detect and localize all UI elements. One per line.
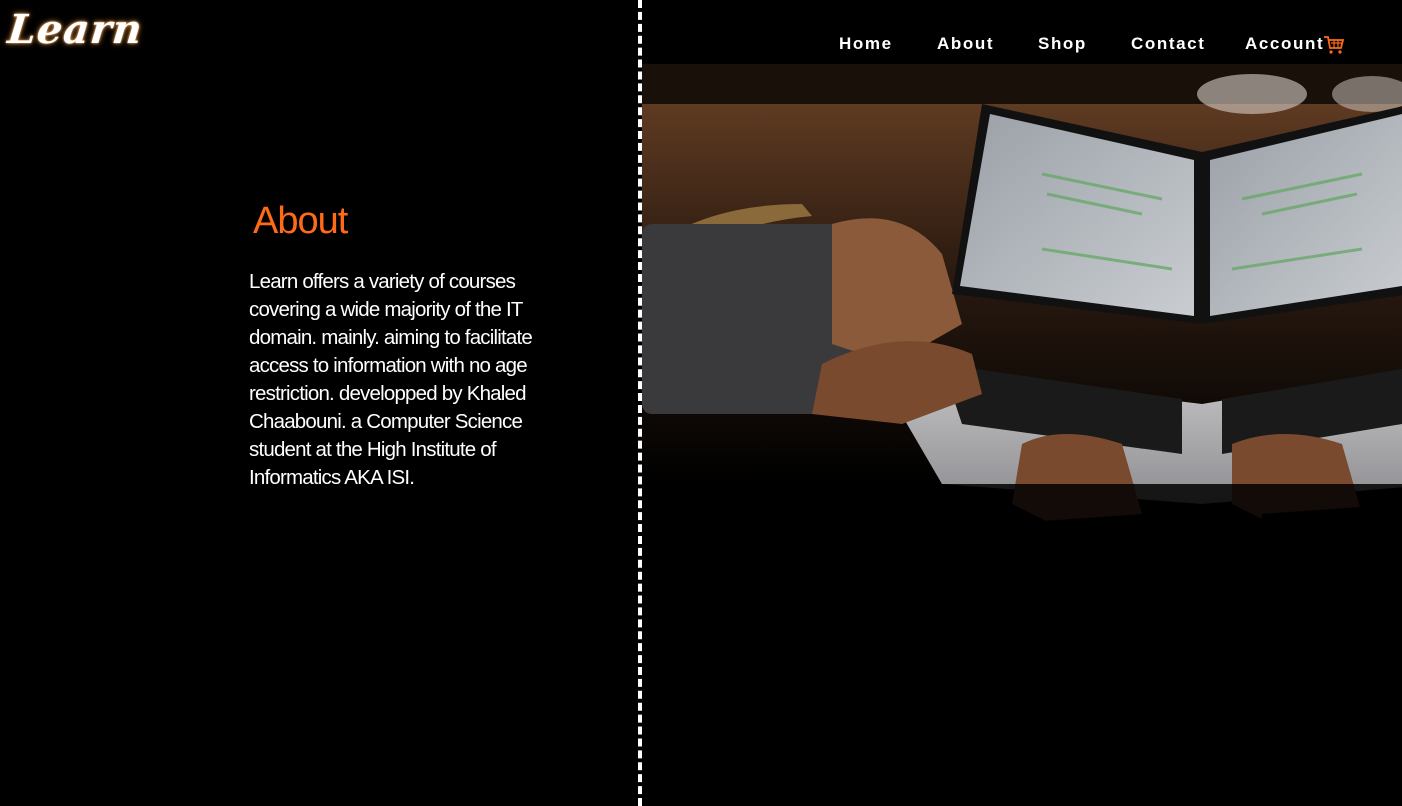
nav-shop[interactable]: Shop	[1038, 34, 1087, 54]
nav-contact[interactable]: Contact	[1131, 34, 1205, 54]
nav-account[interactable]: Account	[1245, 34, 1324, 54]
nav-about[interactable]: About	[937, 34, 994, 54]
about-description: Learn offers a variety of courses coveri…	[249, 270, 533, 489]
main-nav: Home About Shop Contact Account	[0, 34, 1402, 58]
about-heading: About	[253, 200, 348, 242]
hero-laptop-image	[642, 64, 1402, 806]
shopping-cart-icon[interactable]	[1323, 33, 1345, 55]
nav-home[interactable]: Home	[839, 34, 893, 54]
